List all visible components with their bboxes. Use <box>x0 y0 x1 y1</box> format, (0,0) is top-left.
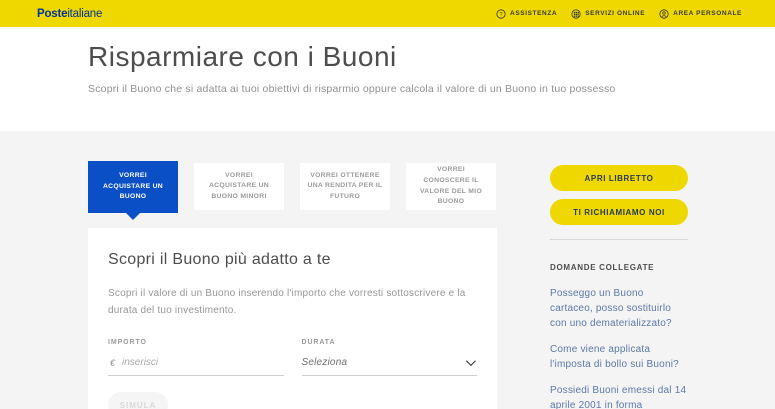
simula-button[interactable]: SIMULA <box>108 392 168 409</box>
related-question-link[interactable]: Come viene applicata l'imposta di bollo … <box>550 342 688 372</box>
durata-select[interactable]: Seleziona <box>301 350 477 376</box>
top-header-bar: Posteitaliane ? ASSISTENZA SERVIZI ONLIN… <box>0 0 775 27</box>
tab-label: VORREI OTTENERE UNA RENDITA PER IL FUTUR… <box>307 171 383 200</box>
tab-vorrei-ottenere-una-rendita[interactable]: VORREI OTTENERE UNA RENDITA PER IL FUTUR… <box>300 163 390 210</box>
page-title: Risparmiare con i Buoni <box>88 41 397 72</box>
simulator-card: Scopri il Buono più adatto a te Scopri i… <box>88 228 497 409</box>
tab-vorrei-conoscere-il-valore[interactable]: VORREI CONOSCERE IL VALORE DEL MIO BUONO <box>406 163 496 210</box>
posteitaliane-logo[interactable]: Posteitaliane <box>37 8 102 20</box>
sidebar-actions: APRI LIBRETTO TI RICHIAMIAMO NOI <box>550 165 688 225</box>
nav-area-personale-label: AREA PERSONALE <box>673 10 742 17</box>
svg-text:?: ? <box>499 12 503 18</box>
tab-vorrei-acquistare-un-buono[interactable]: VORREI ACQUISTARE UN BUONO <box>88 161 178 220</box>
nav-servizi-online[interactable]: SERVIZI ONLINE <box>571 8 646 19</box>
simulator-form: IMPORTO € DURATA Seleziona <box>108 339 477 376</box>
nav-area-personale[interactable]: AREA PERSONALE <box>659 8 742 19</box>
importo-field-group: IMPORTO € <box>108 339 284 376</box>
user-icon <box>659 8 669 19</box>
card-description: Scopri il valore di un Buono inserendo l… <box>108 288 466 316</box>
main-column: VORREI ACQUISTARE UN BUONO VORREI ACQUIS… <box>88 131 497 409</box>
tab-bar: VORREI ACQUISTARE UN BUONO VORREI ACQUIS… <box>88 161 497 220</box>
sidebar-divider-top <box>550 239 688 240</box>
durata-label: DURATA <box>301 339 336 346</box>
nav-servizi-online-label: SERVIZI ONLINE <box>585 10 646 17</box>
tab-label: VORREI ACQUISTARE UN BUONO <box>102 172 164 201</box>
durata-field-group: DURATA Seleziona <box>301 339 477 376</box>
related-question-link[interactable]: Possiedi Buoni emessi dal 14 aprile 2001… <box>550 383 688 409</box>
page-subtitle: Scopri il Buono che si adatta ai tuoi ob… <box>88 83 616 95</box>
importo-control: € <box>108 350 284 376</box>
tab-vorrei-acquistare-un-buono-minori[interactable]: VORREI ACQUISTARE UN BUONO MINORI <box>194 163 284 210</box>
durata-selected-value: Seleziona <box>301 357 348 368</box>
importo-label: IMPORTO <box>108 339 147 346</box>
tab-label: VORREI CONOSCERE IL VALORE DEL MIO BUONO <box>419 166 483 206</box>
related-question-link[interactable]: Posseggo un Buono cartaceo, posso sostit… <box>550 286 688 331</box>
hero-section: Risparmiare con i Buoni Scopri il Buono … <box>0 27 775 131</box>
sidebar: APRI LIBRETTO TI RICHIAMIAMO NOI DOMANDE… <box>550 131 688 409</box>
related-questions-list: Posseggo un Buono cartaceo, posso sostit… <box>550 286 688 409</box>
euro-symbol: € <box>110 357 116 368</box>
help-icon: ? <box>496 8 506 19</box>
tab-label: VORREI ACQUISTARE UN BUONO MINORI <box>208 171 270 200</box>
logo-poste: Poste <box>37 7 68 20</box>
importo-input[interactable] <box>122 357 284 368</box>
content-area: VORREI ACQUISTARE UN BUONO VORREI ACQUIS… <box>0 131 775 409</box>
chevron-down-icon <box>465 356 476 367</box>
related-questions-heading: DOMANDE COLLEGATE <box>550 263 655 272</box>
ti-richiamiamo-noi-button[interactable]: TI RICHIAMIAMO NOI <box>550 199 688 225</box>
logo-italiane: italiane <box>67 7 103 20</box>
grid-icon <box>571 8 581 19</box>
header-nav: ? ASSISTENZA SERVIZI ONLINE AREA PERSONA… <box>496 8 742 19</box>
nav-assistenza[interactable]: ? ASSISTENZA <box>496 8 558 19</box>
apri-libretto-button[interactable]: APRI LIBRETTO <box>550 165 688 191</box>
card-title: Scopri il Buono più adatto a te <box>108 251 331 268</box>
active-tab-pointer <box>126 213 140 220</box>
nav-assistenza-label: ASSISTENZA <box>510 10 558 17</box>
